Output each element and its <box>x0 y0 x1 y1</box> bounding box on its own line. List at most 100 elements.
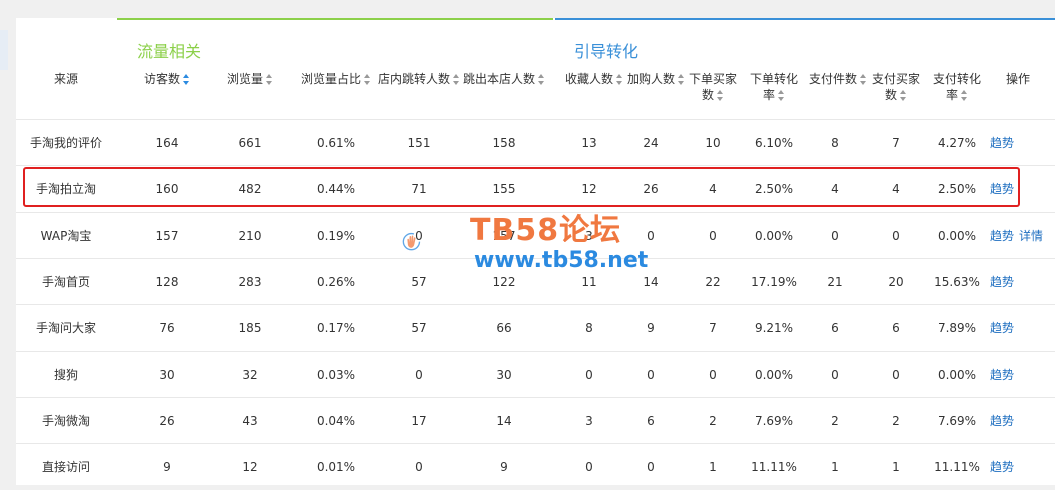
cell-pv: 12 <box>242 460 258 475</box>
cell-pi: 8 <box>831 136 839 150</box>
trend-link[interactable]: 趋势 <box>990 460 1014 474</box>
watermark-logo-icon <box>402 232 421 251</box>
cell-ratio: 0.17% <box>316 321 356 336</box>
col-header-favorites-label: 收藏人数 <box>564 72 613 86</box>
cell-oc: 11.11% <box>751 460 797 475</box>
col-header-order-conv[interactable]: 下单转化 率 <box>746 71 802 103</box>
sort-icon[interactable] <box>678 73 685 85</box>
cell-pv: 32 <box>242 367 258 382</box>
cell-pb: 0 <box>892 367 900 382</box>
cell-actions: 趋势 <box>990 352 1052 398</box>
col-header-pay-conv-l2: 率 <box>945 88 958 102</box>
cell-pv: 210 <box>238 228 262 243</box>
sort-icon[interactable] <box>900 90 907 101</box>
cell-cart: 0 <box>647 460 655 475</box>
col-header-visitors[interactable]: 访客数 <box>132 71 202 87</box>
col-header-order-buyers[interactable]: 下单买家 数 <box>685 71 741 103</box>
cell-visitors: 26 <box>159 413 175 428</box>
sort-icon[interactable] <box>961 90 968 101</box>
table-row: 手淘我的评价 164 661 0.61% 151 158 13 24 10 6.10% 8 7 4.27… <box>16 119 1055 166</box>
trend-link[interactable]: 趋势 <box>990 136 1014 150</box>
trend-link[interactable]: 趋势 <box>990 275 1014 289</box>
col-header-favorites[interactable]: 收藏人数 <box>561 71 627 87</box>
col-header-pay-conv[interactable]: 支付转化 率 <box>929 71 985 103</box>
col-header-pv-ratio-label: 浏览量占比 <box>300 72 361 86</box>
col-header-bounce-out-label: 跳出本店人数 <box>462 72 535 86</box>
sort-icon[interactable] <box>364 73 371 85</box>
cell-jump: 0 <box>415 367 423 382</box>
cell-actions: 趋势 <box>990 305 1052 351</box>
cell-fav: 8 <box>585 321 593 336</box>
cell-cart: 0 <box>647 367 655 382</box>
cell-oc: 0.00% <box>754 228 794 243</box>
col-header-add-cart-label: 加购人数 <box>626 72 675 86</box>
watermark-url: www.tb58.net <box>474 248 649 273</box>
col-header-pay-buyers[interactable]: 支付买家 数 <box>868 71 924 103</box>
cell-pc: 0.00% <box>937 367 977 382</box>
cell-source: 直接访问 <box>41 460 90 475</box>
sort-icon[interactable] <box>778 90 785 101</box>
col-header-pageviews-label: 浏览量 <box>226 72 263 86</box>
cell-oc: 0.00% <box>754 367 794 382</box>
sort-icon[interactable] <box>616 73 623 85</box>
cell-ratio: 0.03% <box>316 367 356 382</box>
col-header-order-conv-l2: 率 <box>762 88 775 102</box>
cell-ratio: 0.19% <box>316 228 356 243</box>
col-header-pay-conv-l1: 支付转化 <box>932 72 981 86</box>
col-header-in-store-jump[interactable]: 店内跳转人数 <box>377 71 461 87</box>
cell-actions: 趋势 <box>990 398 1052 444</box>
cell-actions: 趋势 <box>990 259 1052 305</box>
sort-icon[interactable] <box>717 90 724 101</box>
cell-oc: 9.21% <box>754 321 794 336</box>
cell-pc: 0.00% <box>937 228 977 243</box>
conversion-group-line <box>555 18 1055 20</box>
cell-bounce: 158 <box>492 136 516 150</box>
col-header-pay-buyers-l2: 数 <box>884 88 897 102</box>
cell-bounce: 14 <box>496 413 512 428</box>
cell-bounce: 30 <box>496 367 512 382</box>
sort-icon[interactable] <box>860 73 867 85</box>
cell-pb: 0 <box>892 228 900 243</box>
cell-jump: 57 <box>411 321 427 336</box>
sort-icon[interactable] <box>266 73 273 85</box>
trend-link[interactable]: 趋势 <box>990 229 1014 243</box>
col-header-pay-items-label: 支付件数 <box>808 72 857 86</box>
trend-link[interactable]: 趋势 <box>990 368 1014 382</box>
cell-pb: 2 <box>892 413 900 428</box>
col-header-order-conv-l1: 下单转化 <box>749 72 798 86</box>
col-header-pv-ratio[interactable]: 浏览量占比 <box>293 71 379 87</box>
cell-visitors: 30 <box>159 367 175 382</box>
cell-cart: 9 <box>647 321 655 336</box>
cell-ob: 22 <box>705 274 721 289</box>
cell-fav: 3 <box>585 413 593 428</box>
cell-ob: 10 <box>705 136 721 150</box>
cell-bounce: 66 <box>496 321 512 336</box>
cell-cart: 6 <box>647 413 655 428</box>
cell-fav: 0 <box>585 367 593 382</box>
col-header-add-cart[interactable]: 加购人数 <box>623 71 689 87</box>
cell-pv: 661 <box>238 136 262 150</box>
col-header-pay-items[interactable]: 支付件数 <box>805 71 871 87</box>
col-header-pay-buyers-l1: 支付买家 <box>871 72 920 86</box>
col-header-action: 操作 <box>996 71 1040 87</box>
cell-actions: 趋势 详情 <box>990 213 1052 259</box>
cell-source: 手淘微淘 <box>41 413 90 428</box>
col-header-bounce-out[interactable]: 跳出本店人数 <box>459 71 549 87</box>
trend-link[interactable]: 趋势 <box>990 321 1014 335</box>
col-header-order-buyers-l1: 下单买家 <box>688 72 737 86</box>
cell-oc: 6.10% <box>754 136 794 150</box>
col-header-pageviews[interactable]: 浏览量 <box>215 71 285 87</box>
col-header-source-label: 来源 <box>53 72 78 86</box>
sort-icon[interactable] <box>538 73 545 85</box>
col-header-source: 来源 <box>26 71 106 87</box>
cell-actions: 趋势 <box>990 444 1052 490</box>
cell-pc: 15.63% <box>934 274 980 289</box>
trend-link[interactable]: 趋势 <box>990 414 1014 428</box>
cell-jump: 0 <box>415 460 423 475</box>
col-header-order-buyers-l2: 数 <box>701 88 714 102</box>
cell-source: WAP淘宝 <box>40 228 92 243</box>
cell-pi: 0 <box>831 228 839 243</box>
table-row: 手淘问大家 76 185 0.17% 57 66 8 9 7 9.21% 6 6 7.89% 趋势 <box>16 304 1055 351</box>
detail-link[interactable]: 详情 <box>1019 229 1043 243</box>
sort-icon[interactable] <box>183 73 190 85</box>
